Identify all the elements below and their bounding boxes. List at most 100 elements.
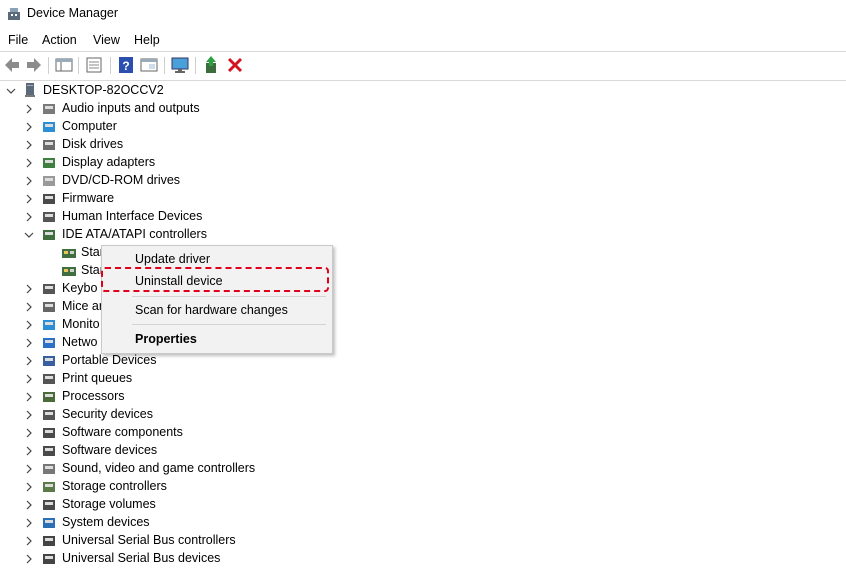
show-hide-icon[interactable] bbox=[139, 55, 159, 75]
tree-category[interactable]: Human Interface Devices bbox=[0, 208, 400, 226]
tree-category[interactable]: IDE ATA/ATAPI controllers bbox=[0, 226, 400, 244]
chevron-right-icon[interactable] bbox=[24, 518, 34, 528]
chevron-right-icon[interactable] bbox=[24, 410, 34, 420]
chevron-right-icon[interactable] bbox=[24, 464, 34, 474]
tree-category[interactable]: Software components bbox=[0, 424, 400, 442]
processor-icon bbox=[43, 392, 55, 402]
menu-file[interactable]: File bbox=[6, 32, 30, 48]
chevron-right-icon[interactable] bbox=[24, 428, 34, 438]
chevron-right-icon[interactable] bbox=[24, 122, 34, 132]
software-component-icon bbox=[43, 428, 55, 438]
chevron-right-icon[interactable] bbox=[24, 374, 34, 384]
root-label: DESKTOP-82OCCV2 bbox=[43, 83, 164, 97]
tree-category[interactable]: Disk drives bbox=[0, 136, 400, 154]
chevron-right-icon[interactable] bbox=[24, 446, 34, 456]
chevron-right-icon[interactable] bbox=[24, 104, 34, 114]
computer-icon bbox=[25, 83, 35, 97]
ide-child-row[interactable]: Stan bbox=[0, 244, 110, 262]
usb-icon bbox=[43, 536, 55, 546]
sound-icon bbox=[43, 464, 55, 474]
chevron-right-icon[interactable] bbox=[24, 536, 34, 546]
tree-category[interactable]: Storage volumes bbox=[0, 496, 400, 514]
category-label: Print queues bbox=[62, 371, 133, 385]
ide-controller-icon bbox=[43, 230, 55, 240]
context-separator bbox=[132, 324, 326, 325]
update-driver-icon[interactable] bbox=[202, 55, 222, 75]
tree-category[interactable]: Storage controllers bbox=[0, 478, 400, 496]
category-label: Storage controllers bbox=[62, 479, 167, 493]
menu-action[interactable]: Action bbox=[40, 32, 79, 48]
chevron-down-icon[interactable] bbox=[24, 230, 34, 240]
chevron-right-icon[interactable] bbox=[24, 140, 34, 150]
category-label: Netwo bbox=[62, 335, 98, 349]
chevron-right-icon[interactable] bbox=[24, 212, 34, 222]
menu-help[interactable]: Help bbox=[132, 32, 162, 48]
tree-root[interactable]: DESKTOP-82OCCV2 bbox=[0, 82, 300, 100]
menu-view[interactable]: View bbox=[91, 32, 122, 48]
chevron-right-icon[interactable] bbox=[24, 356, 34, 366]
chevron-right-icon[interactable] bbox=[24, 320, 34, 330]
category-label: Portable Devices bbox=[62, 353, 157, 367]
category-label: Software devices bbox=[62, 443, 158, 457]
forward-icon[interactable] bbox=[24, 55, 44, 75]
tree-category[interactable]: Sound, video and game controllers bbox=[0, 460, 400, 478]
storage-volume-icon bbox=[43, 500, 55, 510]
display-adapter-icon bbox=[43, 158, 55, 168]
category-label: Firmware bbox=[62, 191, 115, 205]
tree-category[interactable]: Processors bbox=[0, 388, 400, 406]
tree-category[interactable]: Security devices bbox=[0, 406, 400, 424]
tree-category[interactable]: Audio inputs and outputs bbox=[0, 100, 400, 118]
keyboard-icon bbox=[43, 284, 55, 294]
console-tree-icon[interactable] bbox=[84, 55, 104, 75]
chevron-right-icon[interactable] bbox=[24, 194, 34, 204]
firmware-icon bbox=[43, 194, 55, 204]
tree-category[interactable]: Universal Serial Bus devices bbox=[0, 550, 400, 568]
chevron-right-icon[interactable] bbox=[24, 554, 34, 564]
category-label: Processors bbox=[62, 389, 125, 403]
properties-grid-icon[interactable] bbox=[54, 55, 74, 75]
tree-category[interactable]: Computer bbox=[0, 118, 400, 136]
speaker-icon bbox=[43, 104, 55, 114]
security-icon bbox=[43, 410, 55, 420]
monitor-scan-icon[interactable] bbox=[170, 55, 190, 75]
tree-category[interactable]: Portable Devices bbox=[0, 352, 400, 370]
scan-hardware-item[interactable]: Scan for hardware changes bbox=[135, 303, 288, 317]
category-label: Software components bbox=[62, 425, 183, 439]
category-label: Security devices bbox=[62, 407, 154, 421]
chevron-right-icon[interactable] bbox=[24, 302, 34, 312]
category-label: DVD/CD-ROM drives bbox=[62, 173, 181, 187]
properties-item[interactable]: Properties bbox=[135, 332, 197, 346]
mouse-icon bbox=[43, 302, 55, 312]
chevron-right-icon[interactable] bbox=[24, 158, 34, 168]
tree-category[interactable]: Print queues bbox=[0, 370, 400, 388]
hid-icon bbox=[43, 212, 55, 222]
category-label: Audio inputs and outputs bbox=[62, 101, 200, 115]
tree-category[interactable]: Universal Serial Bus controllers bbox=[0, 532, 400, 550]
uninstall-icon[interactable] bbox=[225, 55, 245, 75]
tree-category[interactable]: Display adapters bbox=[0, 154, 400, 172]
disk-drive-icon bbox=[43, 140, 55, 150]
category-label: System devices bbox=[62, 515, 150, 529]
category-label: Storage volumes bbox=[62, 497, 156, 511]
chevron-right-icon[interactable] bbox=[24, 392, 34, 402]
chevron-right-icon[interactable] bbox=[24, 500, 34, 510]
chevron-right-icon[interactable] bbox=[24, 284, 34, 294]
chevron-right-icon[interactable] bbox=[24, 176, 34, 186]
tree-category[interactable]: System devices bbox=[0, 514, 400, 532]
help-icon[interactable]: ? bbox=[116, 55, 136, 75]
category-label: Computer bbox=[62, 119, 117, 133]
ide-child-row[interactable]: Stan bbox=[0, 262, 110, 280]
tree-category[interactable]: DVD/CD-ROM drives bbox=[0, 172, 400, 190]
window-title: Device Manager bbox=[27, 6, 119, 20]
tree-category[interactable]: Software devices bbox=[0, 442, 400, 460]
update-driver-item[interactable]: Update driver bbox=[135, 252, 210, 266]
tree-category[interactable]: Firmware bbox=[0, 190, 400, 208]
chevron-right-icon[interactable] bbox=[24, 482, 34, 492]
printer-icon bbox=[43, 374, 55, 384]
ide-controller-icon bbox=[62, 267, 76, 276]
chevron-down-icon[interactable] bbox=[6, 86, 16, 96]
chevron-right-icon[interactable] bbox=[24, 338, 34, 348]
category-label: Human Interface Devices bbox=[62, 209, 203, 223]
back-icon[interactable] bbox=[2, 55, 22, 75]
toolbar-separator bbox=[164, 57, 165, 74]
